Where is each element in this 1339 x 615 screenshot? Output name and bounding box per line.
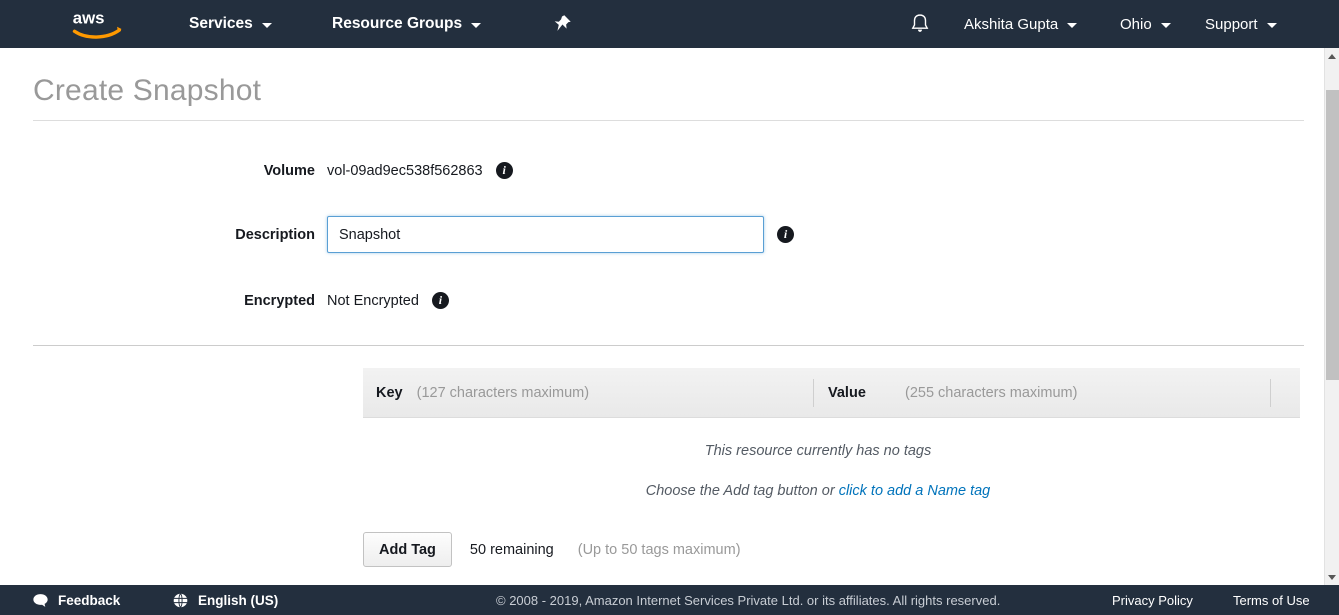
tags-key-hint: (127 characters maximum) bbox=[416, 384, 590, 401]
globe-icon bbox=[172, 592, 189, 609]
tags-value-hint: (255 characters maximum) bbox=[905, 384, 1078, 401]
page-content: Create Snapshot Volume vol-09ad9ec538f56… bbox=[0, 48, 1324, 585]
add-name-tag-link[interactable]: click to add a Name tag bbox=[839, 483, 991, 499]
top-navigation-bar: aws Services Resource Groups Akshita Gup… bbox=[0, 0, 1339, 48]
info-icon[interactable]: i bbox=[777, 226, 794, 243]
add-tag-hint-prefix: Choose the Add tag button or bbox=[645, 483, 839, 499]
copyright-text: © 2008 - 2019, Amazon Internet Services … bbox=[496, 592, 1001, 608]
volume-value: vol-09ad9ec538f562863 bbox=[327, 162, 483, 179]
column-divider bbox=[1270, 379, 1271, 407]
chevron-down-icon bbox=[1160, 22, 1171, 28]
description-input[interactable] bbox=[327, 216, 764, 253]
terms-of-use-link[interactable]: Terms of Use bbox=[1233, 593, 1310, 608]
footer-bar: Feedback English (US) © 2008 - 2019, Ama… bbox=[0, 585, 1339, 615]
nav-support-menu[interactable]: Support bbox=[1205, 0, 1277, 48]
description-row: Description i bbox=[0, 216, 794, 253]
feedback-link[interactable]: Feedback bbox=[32, 592, 120, 609]
add-tag-hint: Choose the Add tag button or click to ad… bbox=[363, 483, 1273, 499]
tags-value-header: Value bbox=[828, 384, 866, 401]
language-label: English (US) bbox=[198, 592, 279, 608]
title-divider bbox=[33, 120, 1304, 121]
tags-remaining-count: 50 remaining bbox=[469, 541, 554, 558]
aws-logo[interactable]: aws bbox=[70, 6, 126, 42]
info-icon[interactable]: i bbox=[431, 292, 449, 309]
nav-services[interactable]: Services bbox=[189, 0, 272, 48]
language-selector[interactable]: English (US) bbox=[172, 592, 278, 609]
add-tag-button[interactable]: Add Tag bbox=[363, 532, 452, 567]
encrypted-row: Encrypted Not Encrypted i bbox=[0, 292, 449, 309]
add-tag-row: Add Tag 50 remaining (Up to 50 tags maxi… bbox=[363, 532, 741, 567]
tags-table-header: Key (127 characters maximum) Value (255 … bbox=[363, 368, 1300, 418]
encrypted-value: Not Encrypted bbox=[327, 292, 419, 309]
no-tags-message: This resource currently has no tags bbox=[704, 443, 932, 459]
bell-icon[interactable] bbox=[908, 12, 932, 36]
nav-support-label: Support bbox=[1205, 15, 1258, 33]
pin-icon[interactable] bbox=[551, 13, 573, 35]
section-divider bbox=[33, 345, 1304, 346]
nav-region-label: Ohio bbox=[1120, 15, 1152, 33]
volume-row: Volume vol-09ad9ec538f562863 i bbox=[0, 162, 513, 179]
vertical-scrollbar[interactable] bbox=[1324, 48, 1339, 585]
nav-region-menu[interactable]: Ohio bbox=[1120, 0, 1171, 48]
description-label: Description bbox=[235, 226, 315, 243]
chevron-down-icon bbox=[261, 22, 272, 28]
chevron-down-icon bbox=[1067, 22, 1078, 28]
tags-max-hint: (Up to 50 tags maximum) bbox=[577, 541, 741, 558]
speech-bubble-icon bbox=[32, 592, 49, 609]
nav-account-menu[interactable]: Akshita Gupta bbox=[964, 0, 1078, 48]
nav-account-label: Akshita Gupta bbox=[964, 15, 1059, 33]
nav-resource-groups-label: Resource Groups bbox=[332, 15, 463, 32]
scroll-up-arrow-icon[interactable] bbox=[1325, 48, 1339, 64]
page-title: Create Snapshot bbox=[33, 74, 262, 107]
feedback-label: Feedback bbox=[58, 592, 121, 608]
info-icon[interactable]: i bbox=[495, 162, 513, 179]
svg-text:aws: aws bbox=[73, 8, 105, 27]
scrollbar-thumb[interactable] bbox=[1326, 90, 1339, 380]
column-divider bbox=[813, 379, 814, 407]
volume-label: Volume bbox=[263, 162, 315, 179]
privacy-policy-link[interactable]: Privacy Policy bbox=[1112, 593, 1193, 608]
scroll-down-arrow-icon[interactable] bbox=[1325, 569, 1339, 585]
chevron-down-icon bbox=[471, 22, 482, 28]
encrypted-label: Encrypted bbox=[244, 292, 315, 309]
chevron-down-icon bbox=[1266, 22, 1277, 28]
nav-resource-groups[interactable]: Resource Groups bbox=[332, 0, 482, 48]
nav-services-label: Services bbox=[189, 15, 253, 32]
tags-key-header: Key bbox=[376, 384, 403, 401]
